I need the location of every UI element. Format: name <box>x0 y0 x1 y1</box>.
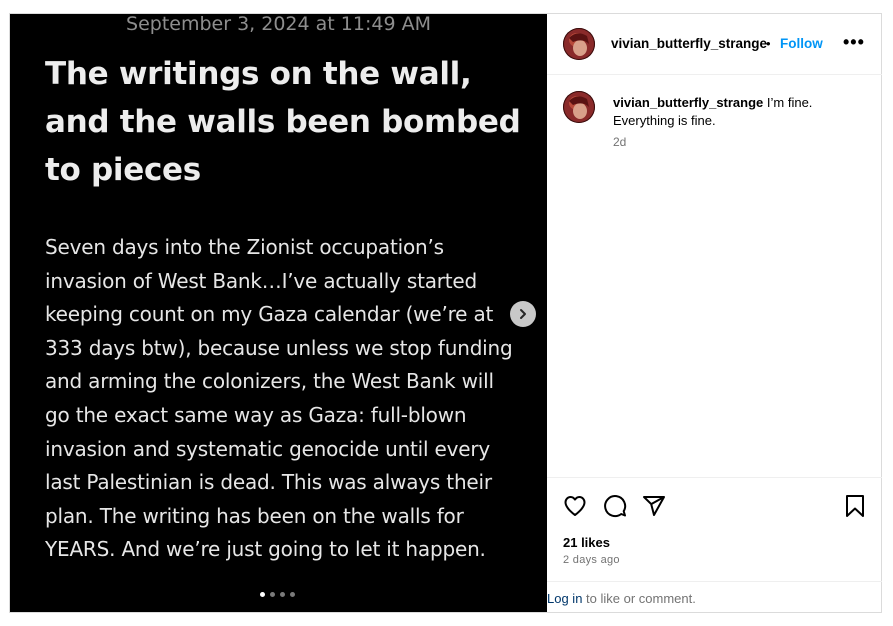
header-separator: • <box>766 36 771 51</box>
caption-username[interactable]: vivian_butterfly_strange <box>613 95 763 110</box>
note-title: The writings on the wall, and the walls … <box>45 56 521 188</box>
heart-icon[interactable] <box>563 494 587 518</box>
carousel-indicator <box>260 592 295 597</box>
avatar-image <box>563 91 595 123</box>
login-text: Log in to like or comment. <box>547 591 696 606</box>
caption-avatar[interactable] <box>563 91 595 123</box>
post-caption: vivian_butterfly_strange I’m fine. Every… <box>613 94 863 130</box>
comment-icon[interactable] <box>603 494 627 518</box>
carousel-dot <box>260 592 265 597</box>
carousel-dot <box>290 592 295 597</box>
carousel-dot <box>270 592 275 597</box>
chevron-right-icon <box>520 309 526 319</box>
share-icon[interactable] <box>642 494 666 518</box>
login-suffix: to like or comment. <box>582 591 696 606</box>
post-actions: 21 likes 2 days ago <box>547 477 882 581</box>
avatar-image <box>563 28 595 60</box>
follow-button[interactable]: Follow <box>780 36 823 51</box>
note-body: Seven days into the Zionist occupation’s… <box>45 235 513 562</box>
likes-count[interactable]: 21 likes <box>563 535 610 550</box>
post-author-username[interactable]: vivian_butterfly_strange <box>611 36 767 51</box>
bookmark-icon[interactable] <box>843 494 867 518</box>
post-media: September 3, 2024 at 11:49 AM The writin… <box>10 14 547 612</box>
post-sidebar: vivian_butterfly_strange • Follow ••• vi… <box>547 14 882 612</box>
post-dialog: September 3, 2024 at 11:49 AM The writin… <box>9 13 882 613</box>
post-timestamp[interactable]: 2 days ago <box>563 554 620 566</box>
post-header: vivian_butterfly_strange • Follow ••• <box>547 14 882 75</box>
login-link[interactable]: Log in <box>547 591 582 606</box>
next-slide-button[interactable] <box>510 301 536 327</box>
more-options-button[interactable]: ••• <box>843 32 865 53</box>
carousel-dot <box>280 592 285 597</box>
note-date: September 3, 2024 at 11:49 AM <box>126 14 431 35</box>
avatar[interactable] <box>563 28 595 60</box>
caption-timestamp[interactable]: 2d <box>613 135 626 149</box>
login-prompt: Log in to like or comment. <box>547 581 882 612</box>
